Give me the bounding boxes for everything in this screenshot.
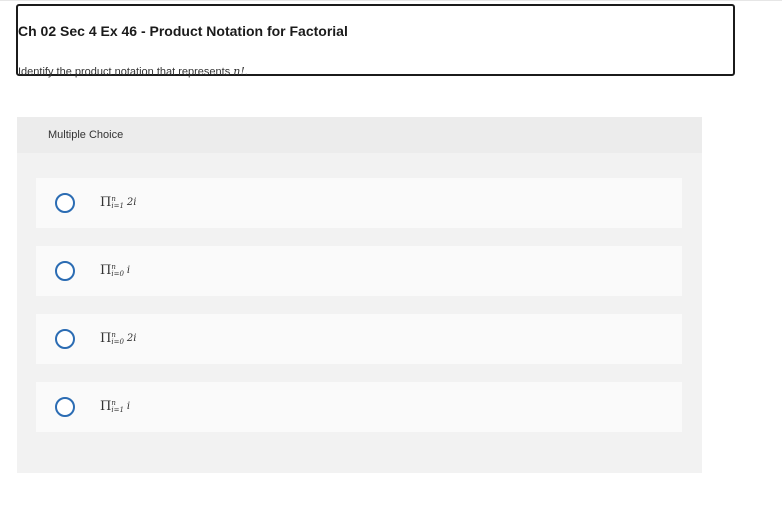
answer-option-1[interactable]: Π n i=1 2i xyxy=(36,178,682,228)
multiple-choice-panel: Multiple Choice Π n i=1 2i Π n i=0 i Π n… xyxy=(17,117,702,473)
product-term: i xyxy=(126,265,131,276)
answer-option-2[interactable]: Π n i=0 i xyxy=(36,246,682,296)
product-limits: n i=0 xyxy=(111,331,124,346)
radio-button[interactable] xyxy=(55,329,75,349)
option-formula: Π n i=0 i xyxy=(100,263,130,278)
radio-button[interactable] xyxy=(55,261,75,281)
product-limits: n i=1 xyxy=(111,399,124,414)
prompt-text: Identify the product notation that repre… xyxy=(18,66,234,78)
product-symbol: Π xyxy=(100,399,111,414)
option-formula: Π n i=1 i xyxy=(100,399,130,414)
lower-limit: i=1 xyxy=(111,405,124,414)
multiple-choice-header: Multiple Choice xyxy=(17,117,702,153)
product-symbol: Π xyxy=(100,263,111,278)
top-divider xyxy=(0,0,782,1)
answer-option-4[interactable]: Π n i=1 i xyxy=(36,382,682,432)
prompt-math: n! xyxy=(233,65,245,78)
question-header: Ch 02 Sec 4 Ex 46 - Product Notation for… xyxy=(16,4,735,78)
product-symbol: Π xyxy=(100,195,111,210)
question-prompt: Identify the product notation that repre… xyxy=(18,65,248,78)
lower-limit: i=1 xyxy=(111,201,124,210)
lower-limit: i=0 xyxy=(111,337,124,346)
prompt-suffix: . xyxy=(244,66,248,78)
answer-option-3[interactable]: Π n i=0 2i xyxy=(36,314,682,364)
product-term: i xyxy=(126,401,131,412)
product-term: 2i xyxy=(126,197,137,208)
product-term: 2i xyxy=(126,333,137,344)
radio-button[interactable] xyxy=(55,193,75,213)
product-limits: n i=0 xyxy=(111,263,124,278)
radio-button[interactable] xyxy=(55,397,75,417)
option-formula: Π n i=1 2i xyxy=(100,195,136,210)
option-formula: Π n i=0 2i xyxy=(100,331,136,346)
product-limits: n i=1 xyxy=(111,195,124,210)
product-symbol: Π xyxy=(100,331,111,346)
lower-limit: i=0 xyxy=(111,269,124,278)
page-title: Ch 02 Sec 4 Ex 46 - Product Notation for… xyxy=(18,23,348,39)
question-type-label: Multiple Choice xyxy=(48,129,124,141)
